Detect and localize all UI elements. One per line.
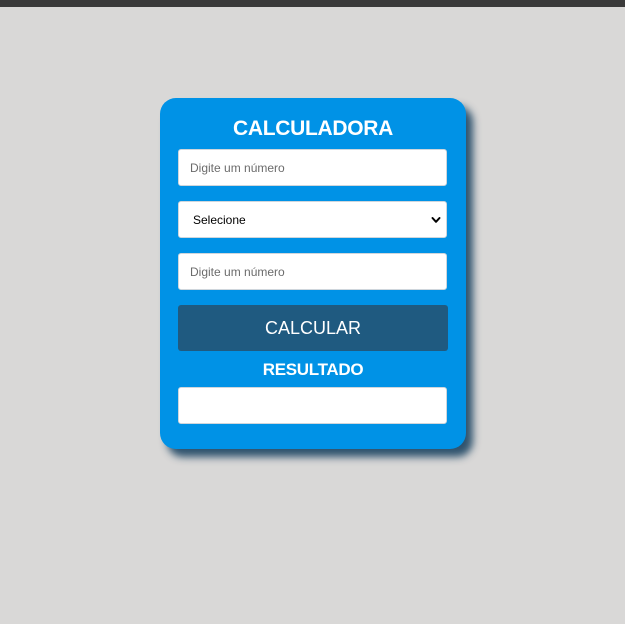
second-number-input[interactable] — [178, 253, 447, 290]
operation-select-value: Selecione — [193, 212, 246, 227]
operation-select[interactable]: Selecione — [178, 201, 447, 238]
result-field — [178, 387, 447, 424]
first-number-input[interactable] — [178, 149, 447, 186]
result-label: RESULTADO — [262, 360, 364, 379]
calculator-card: CALCULADORA Selecione CALCULAR RESULTADO — [160, 98, 466, 449]
chevron-down-icon — [431, 216, 441, 223]
calculate-button[interactable]: CALCULAR — [178, 305, 448, 351]
browser-top-bar — [0, 0, 625, 7]
calculator-title: CALCULADORA — [232, 117, 393, 140]
